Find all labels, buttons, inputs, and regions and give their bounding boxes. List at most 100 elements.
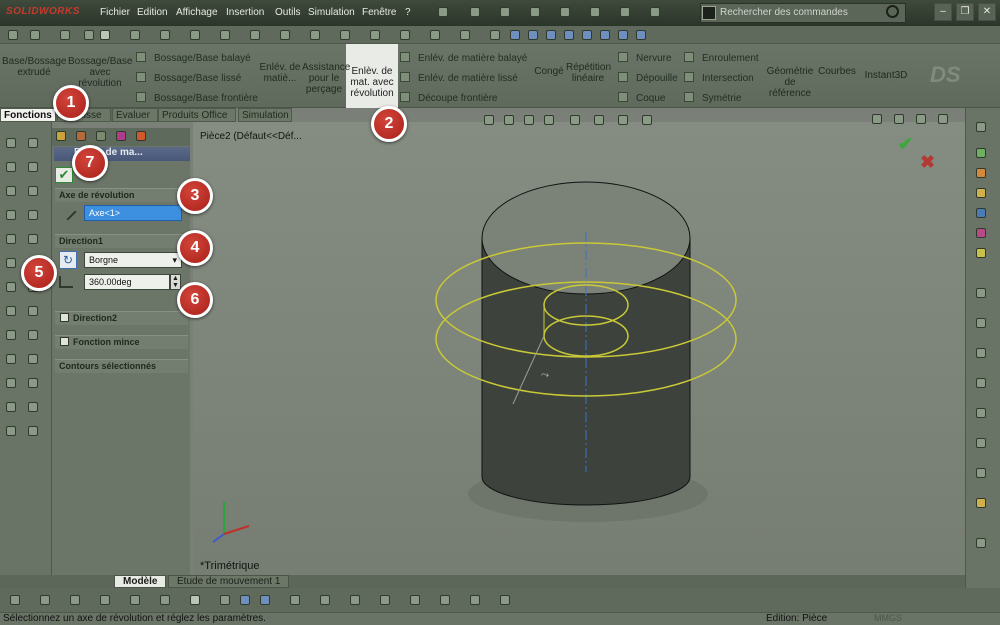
search-icon[interactable]	[886, 5, 899, 18]
angle-input[interactable]: 360.00deg	[84, 274, 170, 290]
tool-icon[interactable]	[40, 595, 50, 605]
tool-icon[interactable]	[410, 595, 420, 605]
tool-icon[interactable]	[380, 595, 390, 605]
print-icon[interactable]	[530, 7, 540, 17]
tool-icon[interactable]	[260, 595, 270, 605]
open-icon[interactable]	[470, 7, 480, 17]
decoupe-frontiere-button[interactable]: Découpe frontière	[400, 92, 498, 104]
tab-produits-office[interactable]: Produits Office	[158, 108, 236, 122]
tab-etude-mouvement[interactable]: Etude de mouvement 1	[168, 575, 290, 588]
tool-icon[interactable]	[28, 354, 38, 364]
tool-icon[interactable]	[100, 30, 110, 40]
tool-icon[interactable]	[6, 234, 16, 244]
tool-icon[interactable]	[6, 426, 16, 436]
rotation-handle-icon[interactable]: ⤳	[541, 370, 549, 381]
config-icon[interactable]	[96, 131, 106, 141]
section-direction2[interactable]: Direction2	[55, 311, 188, 325]
tool-icon[interactable]	[6, 402, 16, 412]
tool-icon[interactable]	[490, 30, 500, 40]
menu-outils[interactable]: Outils	[275, 7, 301, 18]
rebuild-icon[interactable]	[620, 7, 630, 17]
menu-fenetre[interactable]: Fenêtre	[362, 7, 396, 18]
tool-icon[interactable]	[320, 595, 330, 605]
view-cube-icon[interactable]	[600, 30, 610, 40]
tool-icon[interactable]	[28, 426, 38, 436]
dimxpert-icon[interactable]	[116, 131, 126, 141]
instant3d-button[interactable]: Instant3D	[860, 70, 912, 81]
enlev-matiere-button[interactable]: Enlév. de matiè...	[258, 62, 302, 84]
bossage-frontiere-button[interactable]: Bossage/Base frontière	[136, 92, 258, 104]
tool-icon[interactable]	[400, 30, 410, 40]
tool-icon[interactable]	[470, 595, 480, 605]
depouille-button[interactable]: Dépouille	[618, 72, 678, 84]
tool-icon[interactable]	[240, 595, 250, 605]
tool-icon[interactable]	[976, 348, 986, 358]
angle-spinner[interactable]: ▲ ▼	[170, 274, 181, 290]
tool-icon[interactable]	[100, 595, 110, 605]
view-cube-icon[interactable]	[636, 30, 646, 40]
menu-help[interactable]: ?	[405, 7, 411, 18]
tool-icon[interactable]	[220, 30, 230, 40]
tab-fonctions[interactable]: Fonctions	[0, 108, 56, 122]
tool-icon[interactable]	[28, 402, 38, 412]
model-viewport[interactable]: ⤳	[193, 122, 965, 575]
menu-fichier[interactable]: Fichier	[100, 7, 130, 18]
tool-icon[interactable]	[6, 186, 16, 196]
tool-icon[interactable]	[6, 210, 16, 220]
tool-icon[interactable]	[460, 30, 470, 40]
enlev-balaye-button[interactable]: Enlév. de matière balayé	[400, 52, 527, 64]
intersection-button[interactable]: Intersection	[684, 72, 754, 84]
tool-icon[interactable]	[250, 30, 260, 40]
custom-props-icon[interactable]	[976, 248, 986, 258]
section-contours-selectionnes[interactable]: Contours sélectionnés	[55, 359, 188, 373]
tool-icon[interactable]	[976, 378, 986, 388]
tool-icon[interactable]	[6, 354, 16, 364]
tab-modele[interactable]: Modèle	[114, 575, 167, 588]
tool-icon[interactable]	[28, 210, 38, 220]
tool-icon[interactable]	[190, 30, 200, 40]
tool-icon[interactable]	[500, 595, 510, 605]
library-icon[interactable]	[976, 168, 986, 178]
direction2-checkbox[interactable]	[60, 313, 69, 322]
tool-icon[interactable]	[28, 138, 38, 148]
tool-icon[interactable]	[6, 258, 16, 268]
tool-icon[interactable]	[280, 30, 290, 40]
tool-icon[interactable]	[430, 30, 440, 40]
view-cube-icon[interactable]	[582, 30, 592, 40]
tool-icon[interactable]	[976, 408, 986, 418]
save-icon[interactable]	[500, 7, 510, 17]
tool-icon[interactable]	[160, 595, 170, 605]
tab-evaluer[interactable]: Evaluer	[112, 108, 158, 122]
menu-affichage[interactable]: Affichage	[176, 7, 218, 18]
tool-icon[interactable]	[130, 30, 140, 40]
tool-icon[interactable]	[6, 162, 16, 172]
view-cube-icon[interactable]	[510, 30, 520, 40]
close-button[interactable]: ✕	[978, 3, 996, 21]
tool-icon[interactable]	[28, 306, 38, 316]
tool-icon[interactable]	[60, 30, 70, 40]
tool-icon[interactable]	[28, 378, 38, 388]
view-cube-icon[interactable]	[546, 30, 556, 40]
tool-icon[interactable]	[28, 186, 38, 196]
tool-icon[interactable]	[28, 162, 38, 172]
assistance-percage-button[interactable]: Assistance pour le perçage	[302, 62, 350, 95]
axis-selection-field[interactable]: Axe<1>	[84, 205, 182, 221]
menu-simulation[interactable]: Simulation	[308, 7, 355, 18]
tool-icon[interactable]	[340, 30, 350, 40]
feature-tree-icon[interactable]	[56, 131, 66, 141]
tool-icon[interactable]	[6, 378, 16, 388]
tool-icon[interactable]	[976, 288, 986, 298]
tool-icon[interactable]	[8, 30, 18, 40]
minimize-button[interactable]: –	[934, 3, 952, 21]
view-palette-icon[interactable]	[976, 208, 986, 218]
menu-edition[interactable]: Edition	[137, 7, 168, 18]
section-fonction-mince[interactable]: Fonction mince	[55, 335, 188, 349]
tool-icon[interactable]	[6, 138, 16, 148]
options-icon[interactable]	[650, 7, 660, 17]
tool-icon[interactable]	[976, 438, 986, 448]
tool-icon[interactable]	[28, 330, 38, 340]
undo-icon[interactable]	[560, 7, 570, 17]
tool-icon[interactable]	[440, 595, 450, 605]
tool-icon[interactable]	[10, 595, 20, 605]
repetition-lineaire-button[interactable]: Répétition linéaire	[566, 62, 611, 84]
